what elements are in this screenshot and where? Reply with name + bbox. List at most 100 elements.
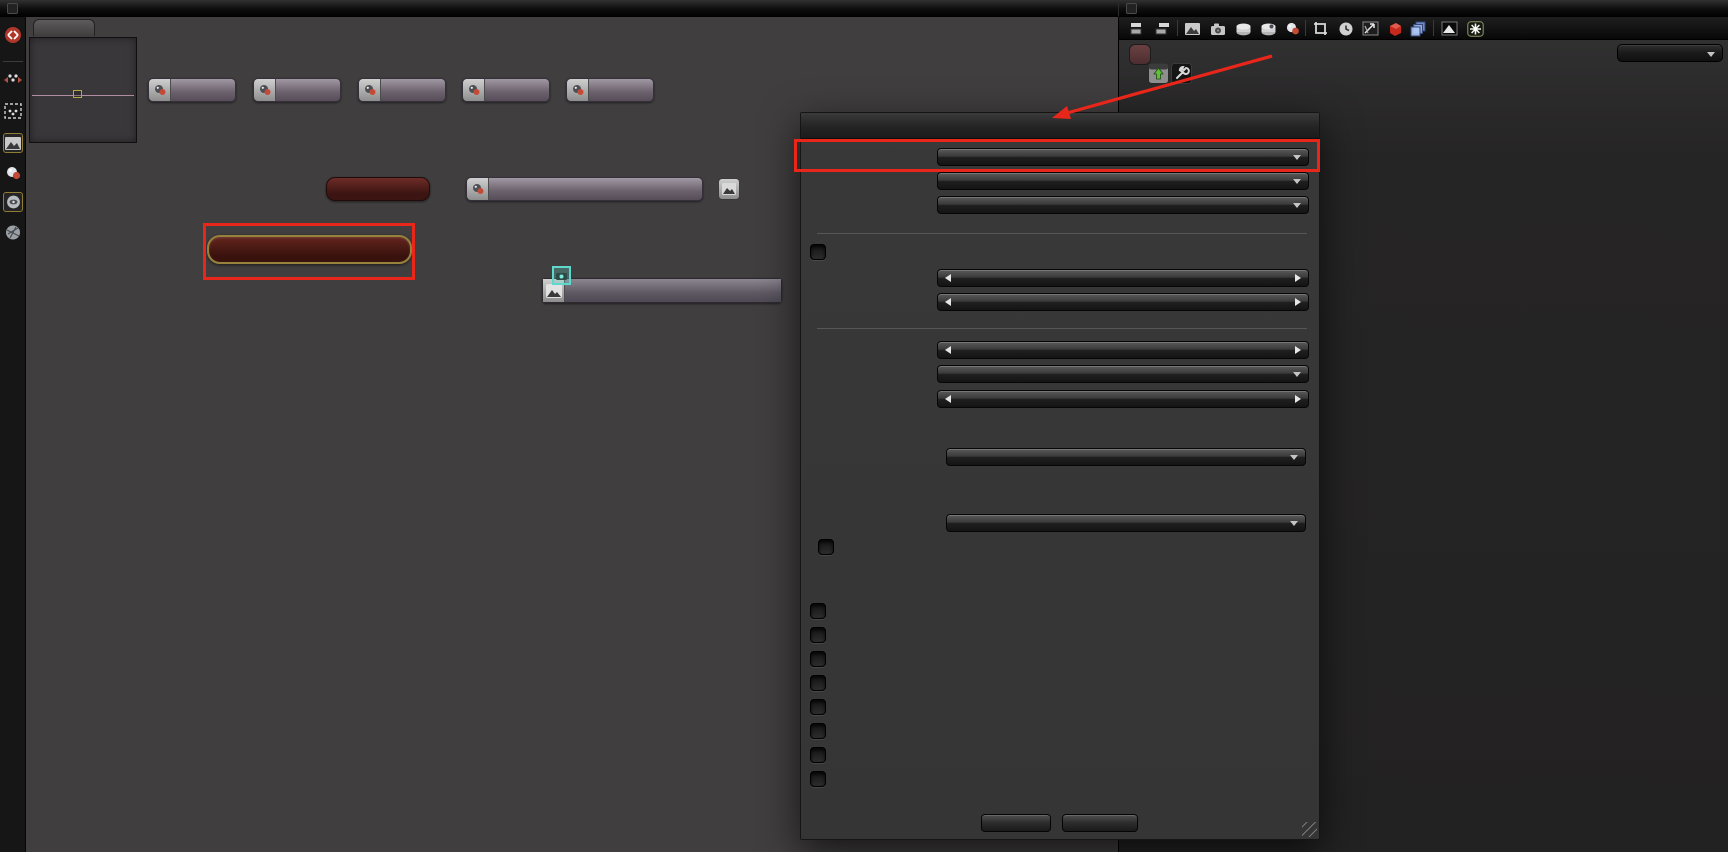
import-file-icon[interactable] bbox=[1148, 63, 1169, 84]
detect-instances-row bbox=[810, 747, 837, 765]
stepper-left-arrow-icon[interactable] bbox=[945, 395, 951, 403]
group-node-6[interactable] bbox=[566, 78, 654, 102]
subdivide-all-meshes-checkbox[interactable] bbox=[810, 771, 826, 787]
tone-map-icon[interactable] bbox=[1440, 20, 1459, 37]
object-layers-row bbox=[801, 196, 1319, 215]
node-color-swatch[interactable] bbox=[1129, 44, 1151, 65]
length-unit-dropdown[interactable] bbox=[937, 148, 1309, 166]
inspector-toolbar bbox=[1119, 17, 1728, 40]
face-boundary-dropdown[interactable] bbox=[946, 514, 1306, 532]
panel-checkbox-icon[interactable] bbox=[7, 2, 18, 14]
stepper-right-arrow-icon[interactable] bbox=[1295, 395, 1301, 403]
group-node-4[interactable] bbox=[358, 78, 446, 102]
texture-map-icon[interactable] bbox=[1361, 20, 1380, 37]
material-drop-icon bbox=[463, 79, 485, 101]
group-node-5[interactable] bbox=[462, 78, 550, 102]
clipped-node[interactable] bbox=[718, 178, 740, 200]
import-geometry-row bbox=[810, 603, 837, 621]
alembic-node[interactable] bbox=[207, 235, 412, 264]
main-group-label bbox=[489, 178, 702, 200]
import-cameras-checkbox[interactable] bbox=[810, 627, 826, 643]
crop-icon[interactable] bbox=[1311, 20, 1330, 37]
resize-grip[interactable] bbox=[1302, 822, 1317, 837]
solid-color-icon[interactable] bbox=[1385, 20, 1404, 37]
node-graph-node[interactable] bbox=[326, 177, 430, 201]
material-preview-icon[interactable] bbox=[1259, 20, 1278, 37]
tab-scene[interactable] bbox=[33, 19, 95, 36]
layers-icon[interactable] bbox=[1409, 20, 1428, 37]
load-object-layers-row bbox=[810, 699, 837, 717]
graph-minimap[interactable] bbox=[29, 37, 137, 143]
expand-all-icon[interactable] bbox=[1154, 20, 1173, 37]
fit-selection-icon[interactable] bbox=[3, 25, 23, 45]
image-icon[interactable] bbox=[1183, 20, 1202, 37]
max-smoothing-row bbox=[801, 269, 1319, 288]
load-object-layers-checkbox[interactable] bbox=[810, 699, 826, 715]
application-window: { "nodegraph": { "title": "Nodegraph edi… bbox=[0, 0, 1728, 852]
stepper-right-arrow-icon[interactable] bbox=[1295, 298, 1301, 306]
stepper-left-arrow-icon[interactable] bbox=[945, 298, 951, 306]
hair-thickness-stepper[interactable] bbox=[937, 293, 1309, 311]
collapse-all-icon[interactable] bbox=[1129, 20, 1148, 37]
time-icon[interactable] bbox=[1336, 20, 1355, 37]
camera-icon[interactable] bbox=[1209, 20, 1228, 37]
stepper-right-arrow-icon[interactable] bbox=[1295, 274, 1301, 282]
selected-camera-pin[interactable] bbox=[552, 266, 571, 285]
load-vertex-normals-row bbox=[810, 244, 837, 262]
environment-icon[interactable] bbox=[3, 192, 23, 212]
merge-materials-row bbox=[810, 675, 837, 693]
dialog-title[interactable] bbox=[801, 113, 1319, 139]
toolbar-separator bbox=[1177, 20, 1178, 36]
material-drop-icon bbox=[149, 79, 171, 101]
group-node-label bbox=[171, 79, 235, 101]
chevron-down-icon bbox=[1293, 179, 1301, 184]
chevron-down-icon bbox=[1293, 372, 1301, 377]
texture-icon[interactable] bbox=[3, 222, 23, 242]
max-smoothing-stepper[interactable] bbox=[937, 269, 1309, 287]
object-layers-dropdown[interactable] bbox=[937, 196, 1309, 214]
minimap-viewport[interactable] bbox=[73, 90, 82, 98]
stepper-left-arrow-icon[interactable] bbox=[945, 274, 951, 282]
stepper-left-arrow-icon[interactable] bbox=[945, 346, 951, 354]
group-node-label bbox=[485, 79, 549, 101]
ok-button[interactable] bbox=[981, 814, 1051, 832]
import-geometry-checkbox[interactable] bbox=[810, 603, 826, 619]
group-node-2[interactable] bbox=[148, 78, 236, 102]
inspector-file-row[interactable] bbox=[1119, 63, 1728, 87]
subdivide-section[interactable] bbox=[810, 321, 1307, 335]
subdivision-level-stepper[interactable] bbox=[937, 341, 1309, 359]
material-drop-icon[interactable] bbox=[3, 163, 23, 183]
load-vertex-normals-checkbox[interactable] bbox=[810, 244, 826, 260]
object-smoothing-section[interactable] bbox=[810, 226, 1307, 240]
render-target-label bbox=[565, 279, 781, 302]
subdivide-all-meshes-row bbox=[810, 771, 837, 789]
subdivision-scheme-dropdown[interactable] bbox=[937, 365, 1309, 383]
caustics-icon[interactable] bbox=[1466, 20, 1485, 37]
vertex-boundary-dropdown[interactable] bbox=[946, 448, 1306, 466]
merge-materials-checkbox[interactable] bbox=[810, 675, 826, 691]
color-drop-icon[interactable] bbox=[1283, 20, 1302, 37]
frame-all-icon[interactable] bbox=[3, 101, 23, 121]
material-icon[interactable] bbox=[1234, 20, 1253, 37]
panel-checkbox-icon[interactable] bbox=[1126, 2, 1137, 14]
render-target-node[interactable] bbox=[542, 278, 782, 303]
propagate-corners-checkbox[interactable] bbox=[818, 539, 834, 555]
cancel-button[interactable] bbox=[1062, 814, 1138, 832]
spread-nodes-icon[interactable] bbox=[3, 69, 23, 89]
group-node-3[interactable] bbox=[253, 78, 341, 102]
group-node-label bbox=[276, 79, 340, 101]
wrench-icon[interactable] bbox=[1171, 63, 1192, 84]
toolbar-separator bbox=[3, 61, 23, 62]
main-group-node[interactable] bbox=[466, 177, 703, 201]
section-divider bbox=[817, 232, 1307, 234]
stepper-right-arrow-icon[interactable] bbox=[1295, 346, 1301, 354]
render-target-icon[interactable] bbox=[3, 133, 23, 153]
chevron-down-icon bbox=[1290, 455, 1298, 460]
winding-order-dropdown[interactable] bbox=[937, 172, 1309, 190]
subdivision-sharpness-stepper[interactable] bbox=[937, 390, 1309, 408]
detect-instances-checkbox[interactable] bbox=[810, 747, 826, 763]
create-camera-inputs-row bbox=[810, 651, 837, 669]
material-drop-icon bbox=[467, 178, 489, 200]
create-camera-inputs-checkbox[interactable] bbox=[810, 651, 826, 667]
scene-selector-dropdown[interactable] bbox=[1617, 44, 1723, 62]
